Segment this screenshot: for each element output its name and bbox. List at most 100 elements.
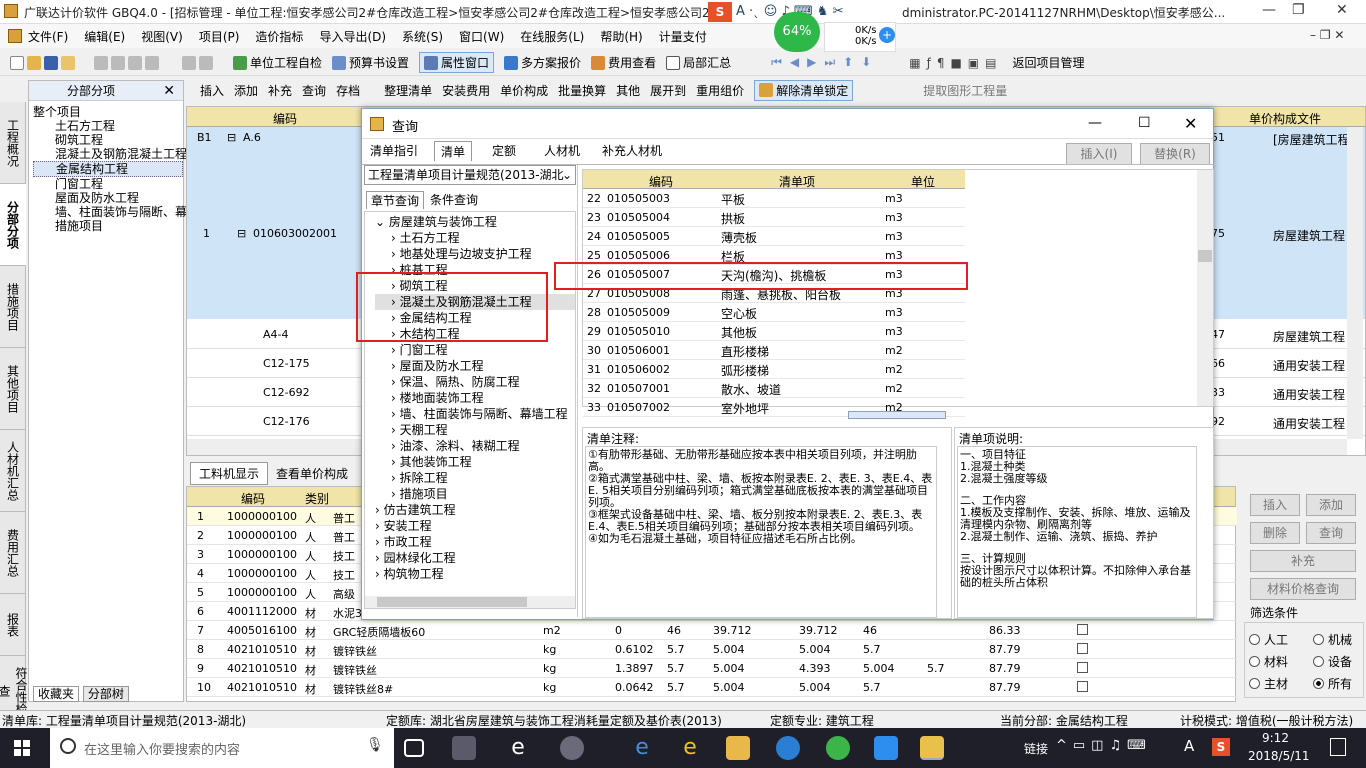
attr-window-button[interactable]: 属性窗口: [419, 52, 495, 73]
restore-icon[interactable]: ❐: [1292, 2, 1305, 18]
table-row[interactable]: 9 4021010510 材镀锌铁丝 kg 1.3897 5.7 5.004 4.393 5.0…: [187, 659, 1237, 678]
tree-item[interactable]: › 油漆、涂料、裱糊工程: [375, 438, 575, 454]
insert-button[interactable]: 插入: [1250, 494, 1300, 516]
list-item[interactable]: 30 010506001 直形楼梯 m2: [583, 341, 965, 360]
dialog-replace-button[interactable]: 替换(R): [1140, 143, 1210, 165]
clock-date[interactable]: 2018/5/11: [1248, 749, 1310, 763]
tree-item[interactable]: › 地基处理与边坡支护工程: [375, 246, 575, 262]
task-view-icon[interactable]: [404, 739, 424, 757]
redo-icon[interactable]: [199, 55, 213, 70]
radio-all[interactable]: 所有: [1313, 675, 1352, 692]
tab-list[interactable]: 清单: [434, 141, 473, 161]
nav-arrows-icon[interactable]: ⏮◀▶⏭⬆⬇: [771, 55, 879, 70]
tab-section-tree[interactable]: 分部树: [82, 686, 129, 702]
tree-item[interactable]: › 门窗工程: [375, 342, 575, 358]
radio-machine[interactable]: 机械: [1313, 631, 1352, 648]
tree-item[interactable]: › 保温、隔热、防腐工程: [375, 374, 575, 390]
menu-window[interactable]: 窗口(W): [459, 28, 504, 45]
tree-item[interactable]: 墙、柱面装饰与隔断、幕: [33, 205, 187, 219]
cut-icon[interactable]: [94, 55, 108, 70]
main-grid-scrollbar[interactable]: [1347, 127, 1363, 439]
clock-time[interactable]: 9:12: [1262, 731, 1289, 745]
tree-item[interactable]: 屋面及防水工程: [33, 191, 183, 205]
file-explorer-icon[interactable]: [726, 736, 750, 760]
ie-icon[interactable]: e: [678, 736, 702, 760]
close-icon[interactable]: ✕: [1336, 2, 1348, 18]
delete-button[interactable]: 删除: [1250, 522, 1300, 544]
menu-view[interactable]: 视图(V): [141, 28, 183, 45]
partial-total-button[interactable]: 局部汇总: [666, 54, 731, 71]
tree-item[interactable]: › 楼地面装饰工程: [375, 390, 575, 406]
row-checkbox[interactable]: [1077, 681, 1088, 692]
tree-item[interactable]: › 其他装饰工程: [375, 454, 575, 470]
tb2-extract[interactable]: 提取图形工程量: [923, 82, 1007, 99]
tree-item[interactable]: › 园林绿化工程: [375, 550, 575, 566]
radio-labor[interactable]: 人工: [1249, 631, 1288, 648]
maximize-icon[interactable]: ☐: [1138, 115, 1151, 131]
back-project-button[interactable]: 返回项目管理: [1012, 54, 1084, 71]
windows-start-icon[interactable]: [14, 740, 30, 756]
gbq-app-icon[interactable]: [920, 736, 944, 760]
tree-item[interactable]: › 土石方工程: [375, 230, 575, 246]
menu-project[interactable]: 项目(P): [199, 28, 240, 45]
table-row[interactable]: 8 4021010510 材镀锌铁丝 kg 0.6102 5.7 5.004 5.004 5.7…: [187, 640, 1237, 659]
taskbar-link-label[interactable]: 链接: [1024, 740, 1048, 757]
tb2-other[interactable]: 其他: [616, 82, 640, 99]
vtab-other[interactable]: 其他项目: [0, 348, 26, 430]
tree-item[interactable]: › 安装工程: [375, 518, 575, 534]
tb2-unlock-button[interactable]: 解除清单锁定: [754, 79, 854, 101]
tree-item[interactable]: › 措施项目: [375, 486, 575, 502]
menu-system[interactable]: 系统(S): [402, 28, 443, 45]
collapse-icon[interactable]: ⊟: [227, 131, 236, 144]
open-icon[interactable]: [27, 55, 41, 70]
tree-item-selected[interactable]: 金属结构工程: [33, 161, 183, 177]
vtab-materials[interactable]: 人材机汇总: [0, 430, 26, 512]
new-icon[interactable]: [10, 55, 24, 70]
menu-file[interactable]: 文件(F): [28, 28, 68, 45]
multi-plan-button[interactable]: 多方案报价: [504, 54, 581, 71]
delete-icon[interactable]: [145, 55, 159, 70]
fee-view-button[interactable]: 费用查看: [591, 54, 656, 71]
tree-item[interactable]: › 构筑物工程: [375, 566, 575, 582]
net-speed-widget[interactable]: 64%: [774, 12, 820, 52]
fan-icon[interactable]: [452, 736, 476, 760]
paste-icon[interactable]: [128, 55, 142, 70]
splitter-handle[interactable]: [848, 411, 946, 419]
budget-settings-button[interactable]: 预算书设置: [332, 54, 409, 71]
minimize-icon[interactable]: —: [1262, 2, 1276, 18]
tree-item[interactable]: › 拆除工程: [375, 470, 575, 486]
tree-item[interactable]: 措施项目: [33, 219, 183, 233]
tree-item[interactable]: 土石方工程: [33, 119, 183, 133]
spec-dropdown[interactable]: 工程量清单项目计量规范(2013-湖北 ⌄: [364, 165, 576, 185]
menu-online[interactable]: 在线服务(L): [520, 28, 584, 45]
save-icon[interactable]: [44, 55, 58, 70]
tree-item[interactable]: › 市政工程: [375, 534, 575, 550]
menu-help[interactable]: 帮助(H): [600, 28, 642, 45]
tb2-add[interactable]: 添加: [234, 82, 258, 99]
menu-measure-pay[interactable]: 计量支付: [659, 28, 707, 45]
tab-materials[interactable]: 人材机: [538, 141, 586, 161]
chapter-tree-hscroll[interactable]: [365, 596, 575, 608]
tb2-supplement[interactable]: 补充: [268, 82, 292, 99]
vtab-fees[interactable]: 费用汇总: [0, 512, 26, 594]
list-item[interactable]: 29 010505010 其他板 m3: [583, 322, 965, 341]
undo-icon[interactable]: [182, 55, 196, 70]
close-icon[interactable]: ✕: [1184, 114, 1197, 133]
green-app-icon[interactable]: [826, 736, 850, 760]
edge-legacy-icon[interactable]: e: [506, 736, 530, 760]
add-button[interactable]: 添加: [1306, 494, 1356, 516]
microphone-icon[interactable]: 🎙: [366, 737, 384, 753]
tab-condition-query[interactable]: 条件查询: [426, 191, 482, 208]
query-button[interactable]: 查询: [1306, 522, 1356, 544]
copy-icon[interactable]: [111, 55, 125, 70]
tab-material-display[interactable]: 工料机显示: [190, 461, 269, 485]
sogou-ime-icon[interactable]: S: [708, 2, 732, 22]
format-tools-icon[interactable]: ▦ƒ¶■▣▤: [909, 56, 1002, 70]
tb2-unit-price[interactable]: 单价构成: [500, 82, 548, 99]
list-item[interactable]: 28 010505009 空心板 m3: [583, 303, 965, 322]
blue-app-icon[interactable]: [874, 736, 898, 760]
tab-chapter-query[interactable]: 章节查询: [366, 191, 425, 209]
tree-item[interactable]: › 屋面及防水工程: [375, 358, 575, 374]
list-item[interactable]: 22 010505003 平板 m3: [583, 189, 965, 208]
menu-cost-index[interactable]: 造价指标: [255, 28, 303, 45]
